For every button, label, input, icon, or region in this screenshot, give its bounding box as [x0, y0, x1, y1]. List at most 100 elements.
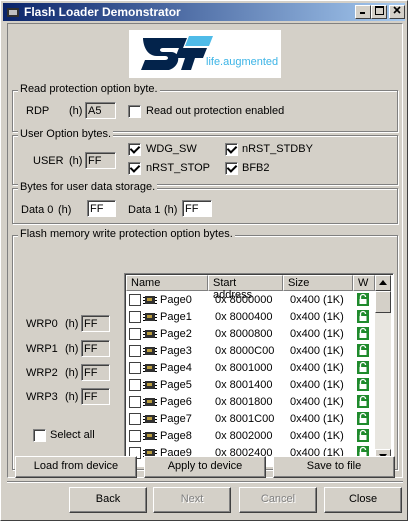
select-all-checkbox[interactable]: [33, 429, 46, 442]
window-title: Flash Loader Demonstrator: [24, 5, 181, 19]
save-to-file-button[interactable]: Save to file: [273, 456, 395, 478]
title-bar[interactable]: Flash Loader Demonstrator: [3, 3, 405, 21]
page-size: 0x400 (1K): [290, 294, 344, 306]
unlock-icon[interactable]: [357, 412, 369, 425]
wdg-sw-checkbox[interactable]: [128, 143, 141, 156]
table-row[interactable]: Page1 0x 8000400 0x400 (1K): [126, 309, 373, 326]
wrp2-hex-label: (h): [65, 367, 79, 379]
bfb2-checkbox[interactable]: [225, 162, 238, 175]
page-checkbox[interactable]: [129, 430, 141, 442]
unlock-icon[interactable]: [357, 310, 369, 323]
page-size: 0x400 (1K): [290, 311, 344, 323]
data1-input[interactable]: FF: [182, 200, 212, 217]
page-name: Page0: [160, 294, 192, 306]
close-button[interactable]: Close: [324, 487, 402, 513]
load-from-device-button[interactable]: Load from device: [15, 456, 137, 478]
user-field[interactable]: FF: [85, 152, 116, 169]
unlock-icon[interactable]: [357, 395, 369, 408]
page-checkbox[interactable]: [129, 311, 141, 323]
wrp0-field[interactable]: FF: [81, 315, 110, 332]
page-checkbox[interactable]: [129, 413, 141, 425]
content-panel: life.augmented Read protection option by…: [7, 23, 403, 478]
page-name: Page7: [160, 413, 192, 425]
wrp1-field[interactable]: FF: [81, 340, 110, 357]
page-size: 0x400 (1K): [290, 430, 344, 442]
st-logo: life.augmented: [129, 30, 281, 78]
unlock-icon[interactable]: [357, 429, 369, 442]
table-row[interactable]: Page4 0x 8001000 0x400 (1K): [126, 360, 373, 377]
app-icon: [7, 8, 19, 17]
table-row[interactable]: Page6 0x 8001800 0x400 (1K): [126, 394, 373, 411]
st-logo-icon: [141, 36, 213, 70]
read-out-protection-checkbox[interactable]: [128, 105, 141, 118]
page-size: 0x400 (1K): [290, 413, 344, 425]
minimize-button[interactable]: [355, 5, 371, 19]
wdg-sw-label: WDG_SW: [146, 143, 197, 155]
read-protection-group-label: Read protection option byte.: [18, 83, 160, 95]
page-checkbox[interactable]: [129, 396, 141, 408]
column-name[interactable]: Name: [126, 275, 208, 291]
page-name: Page3: [160, 345, 192, 357]
scroll-up-button[interactable]: [375, 275, 391, 291]
wrp1-hex-label: (h): [65, 343, 79, 355]
unlock-icon[interactable]: [357, 361, 369, 374]
page-checkbox[interactable]: [129, 345, 141, 357]
apply-to-device-button[interactable]: Apply to device: [144, 456, 266, 478]
chip-icon: [143, 313, 157, 321]
table-row[interactable]: Page3 0x 8000C00 0x400 (1K): [126, 343, 373, 360]
select-all-label: Select all: [50, 429, 95, 441]
page-name: Page1: [160, 311, 192, 323]
chip-icon: [143, 398, 157, 406]
unlock-icon[interactable]: [357, 327, 369, 340]
table-row[interactable]: Page0 0x 8000000 0x400 (1K): [126, 292, 373, 309]
page-checkbox[interactable]: [129, 328, 141, 340]
user-hex-label: (h): [69, 155, 83, 167]
unlock-icon[interactable]: [357, 378, 369, 391]
data0-label: Data 0: [21, 204, 54, 216]
wrp1-label: WRP1: [26, 343, 58, 355]
cancel-button[interactable]: Cancel: [239, 487, 317, 513]
chip-icon: [143, 381, 157, 389]
page-size: 0x400 (1K): [290, 328, 344, 340]
page-checkbox[interactable]: [129, 294, 141, 306]
column-start-address[interactable]: Start address: [208, 275, 283, 301]
page-name: Page5: [160, 379, 192, 391]
unlock-icon[interactable]: [357, 293, 369, 306]
page-checkbox[interactable]: [129, 379, 141, 391]
wrp0-label: WRP0: [26, 318, 58, 330]
wrp3-field[interactable]: FF: [81, 388, 110, 405]
nrst-stdby-checkbox[interactable]: [225, 143, 238, 156]
table-row[interactable]: Page5 0x 8001400 0x400 (1K): [126, 377, 373, 394]
wrp3-label: WRP3: [26, 391, 58, 403]
table-row[interactable]: Page2 0x 8000800 0x400 (1K): [126, 326, 373, 343]
page-start-address: 0x 8002000: [215, 430, 273, 442]
next-button[interactable]: Next: [153, 487, 231, 513]
page-checkbox[interactable]: [129, 362, 141, 374]
nrst-stop-checkbox[interactable]: [128, 162, 141, 175]
logo-tagline: life.augmented: [206, 56, 279, 68]
close-icon: [393, 6, 401, 14]
table-row[interactable]: Page8 0x 8002000 0x400 (1K): [126, 428, 373, 445]
chip-icon: [143, 330, 157, 338]
rdp-field[interactable]: A5: [85, 102, 116, 119]
back-button[interactable]: Back: [69, 487, 147, 513]
table-row[interactable]: Page7 0x 8001C00 0x400 (1K): [126, 411, 373, 428]
wrp2-label: WRP2: [26, 367, 58, 379]
page-name: Page8: [160, 430, 192, 442]
list-scrollbar[interactable]: [375, 275, 391, 465]
page-name: Page4: [160, 362, 192, 374]
user-label: USER: [33, 155, 64, 167]
data0-input[interactable]: FF: [87, 200, 116, 217]
wrp2-field[interactable]: FF: [81, 364, 110, 381]
close-window-button[interactable]: [389, 5, 405, 19]
page-start-address: 0x 8001400: [215, 379, 273, 391]
scroll-thumb[interactable]: [375, 291, 391, 313]
unlock-icon[interactable]: [357, 344, 369, 357]
page-list[interactable]: Name Start address Size W Page0 0x 800000…: [124, 273, 394, 467]
column-w[interactable]: W: [353, 275, 375, 291]
column-size[interactable]: Size: [283, 275, 353, 291]
user-option-bytes-group-label: User Option bytes.: [18, 128, 114, 140]
page-name: Page6: [160, 396, 192, 408]
maximize-button[interactable]: [371, 5, 387, 19]
wrp0-hex-label: (h): [65, 318, 79, 330]
